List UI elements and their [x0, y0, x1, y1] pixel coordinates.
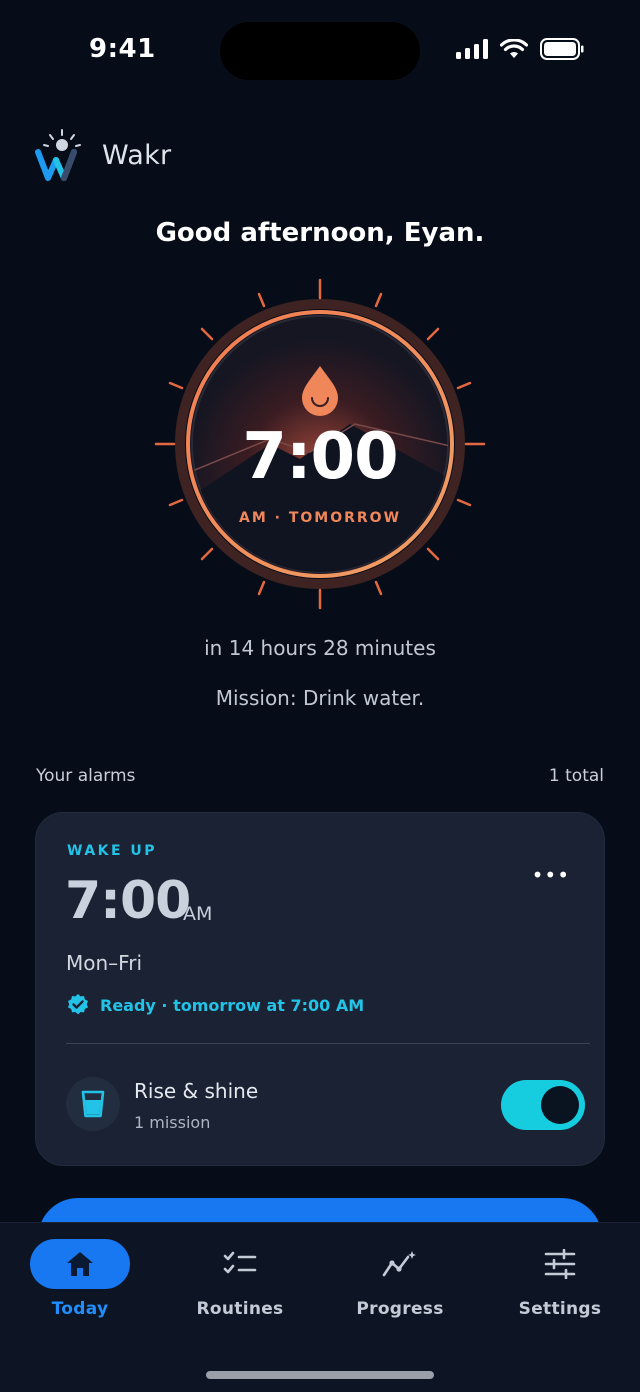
- routine-name: Rise & shine: [134, 1079, 259, 1103]
- alarm-status-text: Ready · tomorrow at 7:00 AM: [100, 995, 365, 1015]
- status-bar: 9:41: [0, 0, 640, 100]
- home-icon: [67, 1252, 93, 1276]
- alarm-label: WAKE UP: [67, 843, 158, 859]
- more-options-button[interactable]: •••: [532, 863, 570, 887]
- status-icons: [456, 38, 584, 60]
- water-glass-icon: [81, 1090, 105, 1118]
- alarms-count: 1 total: [548, 766, 604, 786]
- progress-chart-icon: [382, 1251, 416, 1277]
- greeting: Good afternoon, Eyan.: [155, 218, 485, 248]
- tab-settings-pill: [510, 1239, 610, 1289]
- routine-mission-count: 1 mission: [134, 1113, 211, 1132]
- tab-routines[interactable]: Routines: [160, 1239, 320, 1319]
- alarm-time: 7:00: [65, 871, 191, 931]
- alarm-enabled-toggle[interactable]: [501, 1080, 585, 1130]
- sliders-icon: [544, 1249, 576, 1279]
- tab-settings-label: Settings: [518, 1299, 602, 1319]
- wifi-icon: [500, 39, 528, 58]
- toggle-knob: [541, 1086, 579, 1124]
- alarm-countdown: in 14 hours 28 minutes: [204, 636, 436, 660]
- tab-progress-pill: [350, 1239, 450, 1289]
- tab-bar: Today Routines Progress Settings: [0, 1222, 640, 1392]
- alarm-ampm: AM: [183, 903, 213, 925]
- brand-name: Wakr: [102, 139, 172, 171]
- alarm-days: Mon–Fri: [66, 951, 142, 975]
- tab-routines-pill: [190, 1239, 290, 1289]
- tab-today[interactable]: Today: [0, 1239, 160, 1319]
- dynamic-island: [220, 22, 420, 80]
- tab-progress-label: Progress: [356, 1299, 444, 1319]
- checklist-icon: [223, 1251, 257, 1274]
- card-divider: [66, 1043, 590, 1044]
- tab-settings[interactable]: Settings: [480, 1239, 640, 1319]
- next-alarm-time: 7:00: [242, 420, 398, 494]
- status-time: 9:41: [89, 34, 156, 64]
- cellular-signal-icon: [456, 39, 488, 59]
- home-indicator[interactable]: [206, 1371, 434, 1379]
- verified-check-icon: [68, 994, 88, 1015]
- alarm-card[interactable]: WAKE UP ••• 7:00 AM Mon–Fri Ready · tomo…: [35, 812, 605, 1166]
- tab-today-label: Today: [51, 1299, 109, 1319]
- alarms-section-header: Your alarms 1 total: [36, 766, 604, 786]
- routine-avatar: [66, 1077, 120, 1131]
- wakr-logo-icon: [35, 129, 81, 181]
- app-brand: Wakr: [34, 128, 171, 182]
- next-alarm-subtitle: AM · TOMORROW: [238, 510, 402, 526]
- alarms-section-title: Your alarms: [36, 766, 136, 786]
- battery-icon: [540, 38, 584, 60]
- tab-today-pill: [30, 1239, 130, 1289]
- alarm-mission: Mission: Drink water.: [215, 686, 425, 710]
- tab-progress[interactable]: Progress: [320, 1239, 480, 1319]
- tab-routines-label: Routines: [196, 1299, 284, 1319]
- alarm-status: Ready · tomorrow at 7:00 AM: [66, 993, 364, 1017]
